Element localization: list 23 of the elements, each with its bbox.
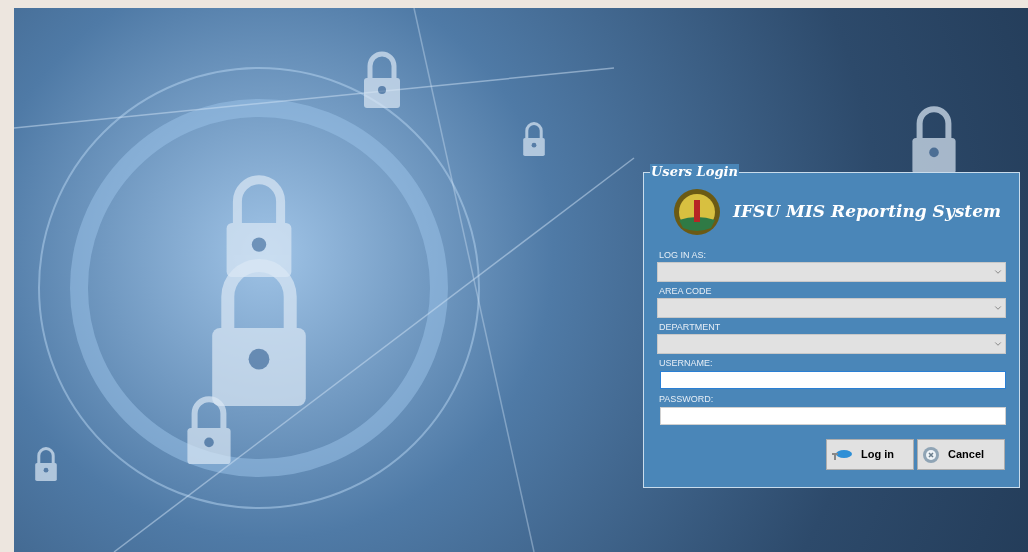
cancel-icon: [922, 445, 940, 464]
app-title: IFSU MIS Reporting System: [733, 200, 1001, 224]
cancel-button[interactable]: Cancel: [917, 439, 1005, 470]
dropdown-field[interactable]: [657, 298, 1006, 318]
field-label: PASSWORD:: [658, 393, 715, 405]
login-button[interactable]: Log in: [826, 439, 914, 470]
padlock-icon: [35, 447, 57, 481]
dropdown-field[interactable]: [657, 262, 1006, 282]
field-label: LOG IN AS:: [658, 249, 708, 261]
chevron-down-icon: [993, 339, 1003, 349]
field-label: AREA CODE: [658, 285, 713, 297]
chevron-down-icon: [993, 267, 1003, 277]
group-title: Users Login: [650, 164, 739, 180]
field-label: USERNAME:: [658, 357, 714, 369]
field-label: DEPARTMENT: [658, 321, 722, 333]
text-field[interactable]: [660, 371, 1006, 389]
padlock-icon: [523, 122, 545, 156]
key-icon: [831, 447, 853, 462]
chevron-down-icon: [993, 303, 1003, 313]
padlock-icon: [364, 51, 400, 108]
padlock-icon: [912, 106, 956, 174]
dropdown-field[interactable]: [657, 334, 1006, 354]
seal-logo: [673, 188, 721, 236]
